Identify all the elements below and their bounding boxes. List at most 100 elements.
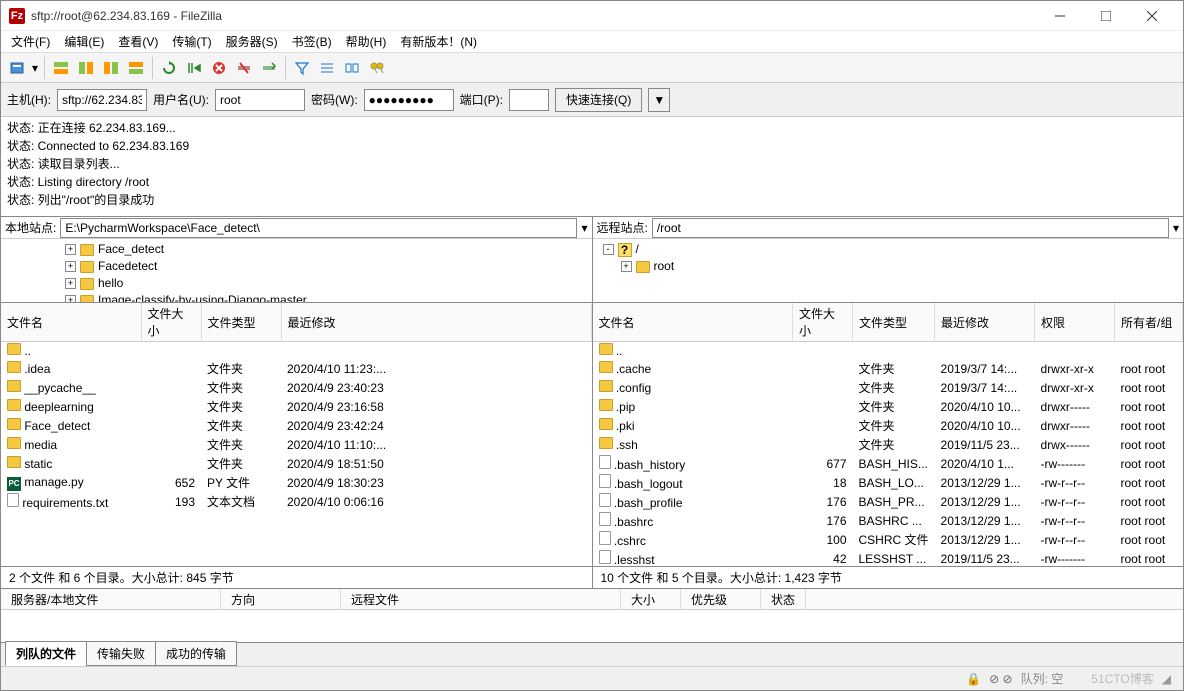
file-row[interactable]: .cshrc100CSHRC 文件2013/12/29 1...-rw-r--r… <box>593 530 1183 549</box>
remote-tree[interactable]: -?/+root <box>593 239 1184 303</box>
menu-item[interactable]: 编辑(E) <box>58 31 110 52</box>
file-row[interactable]: .ssh文件夹2019/11/5 23...drwx------root roo… <box>593 435 1183 454</box>
queue-column-header[interactable]: 状态 <box>761 589 806 609</box>
toggle-log-button[interactable] <box>49 56 73 80</box>
queue-column-header[interactable]: 优先级 <box>681 589 761 609</box>
column-header[interactable]: 文件名 <box>1 303 141 342</box>
queue-column-header[interactable]: 大小 <box>621 589 681 609</box>
local-path-input[interactable] <box>60 218 577 238</box>
site-manager-button[interactable] <box>5 56 29 80</box>
column-header[interactable]: 文件大小 <box>141 303 201 342</box>
file-row[interactable]: requirements.txt193文本文档2020/4/10 0:06:16 <box>1 492 591 511</box>
expand-toggle[interactable]: + <box>65 261 76 272</box>
remote-path-dropdown[interactable]: ▾ <box>1169 221 1183 235</box>
tree-node[interactable]: +Face_detect <box>7 241 586 258</box>
user-input[interactable] <box>215 89 305 111</box>
toggle-queue-button[interactable] <box>124 56 148 80</box>
sync-browse-button[interactable] <box>340 56 364 80</box>
column-header[interactable]: 文件名 <box>593 303 793 342</box>
menu-item[interactable]: 有新版本！(N) <box>394 31 483 52</box>
file-row[interactable]: .. <box>1 342 591 360</box>
file-row[interactable]: .idea文件夹2020/4/10 11:23:... <box>1 359 591 378</box>
file-row[interactable]: PC manage.py652PY 文件2020/4/9 18:30:23 <box>1 473 591 492</box>
queue-column-header[interactable]: 方向 <box>221 589 341 609</box>
minimize-button[interactable] <box>1037 2 1083 30</box>
file-row[interactable]: .config文件夹2019/3/7 14:...drwxr-xr-xroot … <box>593 378 1183 397</box>
compare-button[interactable] <box>315 56 339 80</box>
maximize-button[interactable] <box>1083 2 1129 30</box>
file-row[interactable]: static文件夹2020/4/9 18:51:50 <box>1 454 591 473</box>
expand-toggle[interactable]: + <box>621 261 632 272</box>
menu-item[interactable]: 查看(V) <box>112 31 164 52</box>
menu-item[interactable]: 服务器(S) <box>220 31 284 52</box>
process-queue-button[interactable] <box>182 56 206 80</box>
column-header[interactable]: 最近修改 <box>935 303 1035 342</box>
menu-item[interactable]: 帮助(H) <box>340 31 393 52</box>
file-row[interactable]: deeplearning文件夹2020/4/9 23:16:58 <box>1 397 591 416</box>
cell-mod: 2020/4/10 11:10:... <box>281 435 591 454</box>
queue-column-header[interactable]: 远程文件 <box>341 589 621 609</box>
port-input[interactable] <box>509 89 549 111</box>
column-header[interactable]: 文件类型 <box>201 303 281 342</box>
file-row[interactable]: Face_detect文件夹2020/4/9 23:42:24 <box>1 416 591 435</box>
host-input[interactable] <box>57 89 147 111</box>
queue-tab[interactable]: 成功的传输 <box>155 641 237 666</box>
queue-body[interactable] <box>1 610 1183 642</box>
expand-toggle[interactable]: - <box>603 244 614 255</box>
filter-button[interactable] <box>290 56 314 80</box>
file-row[interactable]: .. <box>593 342 1183 360</box>
file-row[interactable]: .lesshst42LESSHST ...2019/11/5 23...-rw-… <box>593 549 1183 566</box>
toggle-remote-tree-button[interactable] <box>99 56 123 80</box>
queue-tab[interactable]: 列队的文件 <box>5 641 87 666</box>
folder-icon <box>7 456 21 468</box>
expand-toggle[interactable]: + <box>65 278 76 289</box>
quickconnect-dropdown[interactable]: ▼ <box>648 88 670 112</box>
refresh-button[interactable] <box>157 56 181 80</box>
remote-file-list[interactable]: 文件名文件大小文件类型最近修改权限所有者/组 .. .cache文件夹2019/… <box>593 303 1184 566</box>
menu-item[interactable]: 书签(B) <box>286 31 338 52</box>
file-row[interactable]: .pki文件夹2020/4/10 10...drwxr-----root roo… <box>593 416 1183 435</box>
reconnect-button[interactable] <box>257 56 281 80</box>
menu-item[interactable]: 文件(F) <box>5 31 56 52</box>
file-row[interactable]: media文件夹2020/4/10 11:10:... <box>1 435 591 454</box>
cell-type: 文件夹 <box>201 435 281 454</box>
menu-item[interactable]: 传输(T) <box>166 31 217 52</box>
queue-tab[interactable]: 传输失败 <box>86 641 156 666</box>
tree-node[interactable]: +Image-classify-by-using-Django-master <box>7 292 586 303</box>
column-header[interactable]: 所有者/组 <box>1115 303 1183 342</box>
toggle-local-tree-button[interactable] <box>74 56 98 80</box>
pass-input[interactable] <box>364 89 454 111</box>
cancel-button[interactable] <box>207 56 231 80</box>
remote-path-input[interactable] <box>652 218 1169 238</box>
tree-node[interactable]: -?/ <box>599 241 1178 258</box>
expand-toggle[interactable]: + <box>65 244 76 255</box>
cell-size: 652 <box>141 473 201 492</box>
tree-node[interactable]: +root <box>599 258 1178 275</box>
local-tree[interactable]: +Face_detect+Facedetect+hello+Image-clas… <box>1 239 592 303</box>
close-button[interactable] <box>1129 2 1175 30</box>
file-row[interactable]: .bash_logout18BASH_LO...2013/12/29 1...-… <box>593 473 1183 492</box>
disconnect-button[interactable] <box>232 56 256 80</box>
message-log[interactable]: 状态: 正在连接 62.234.83.169...状态: Connected t… <box>1 117 1183 217</box>
file-row[interactable]: .bash_profile176BASH_PR...2013/12/29 1..… <box>593 492 1183 511</box>
site-manager-dropdown[interactable]: ▾ <box>30 56 40 80</box>
expand-toggle[interactable]: + <box>65 295 76 303</box>
file-row[interactable]: __pycache__文件夹2020/4/9 23:40:23 <box>1 378 591 397</box>
local-file-list[interactable]: 文件名文件大小文件类型最近修改 .. .idea文件夹2020/4/10 11:… <box>1 303 592 566</box>
column-header[interactable]: 权限 <box>1035 303 1115 342</box>
file-row[interactable]: .cache文件夹2019/3/7 14:...drwxr-xr-xroot r… <box>593 359 1183 378</box>
queue-column-header[interactable]: 服务器/本地文件 <box>1 589 221 609</box>
tree-node[interactable]: +Facedetect <box>7 258 586 275</box>
column-header[interactable]: 文件类型 <box>853 303 935 342</box>
file-row[interactable]: .bashrc176BASHRC ...2013/12/29 1...-rw-r… <box>593 511 1183 530</box>
local-path-dropdown[interactable]: ▾ <box>577 221 591 235</box>
file-row[interactable]: .pip文件夹2020/4/10 10...drwxr-----root roo… <box>593 397 1183 416</box>
remote-status: 10 个文件 和 5 个目录。大小总计: 1,423 字节 <box>593 566 1184 588</box>
column-header[interactable]: 最近修改 <box>281 303 591 342</box>
quickconnect-button[interactable]: 快速连接(Q) <box>555 88 642 112</box>
resize-grip-icon[interactable]: ◢ <box>1162 672 1171 686</box>
column-header[interactable]: 文件大小 <box>793 303 853 342</box>
tree-node[interactable]: +hello <box>7 275 586 292</box>
file-row[interactable]: .bash_history677BASH_HIS...2020/4/10 1..… <box>593 454 1183 473</box>
search-button[interactable] <box>365 56 389 80</box>
